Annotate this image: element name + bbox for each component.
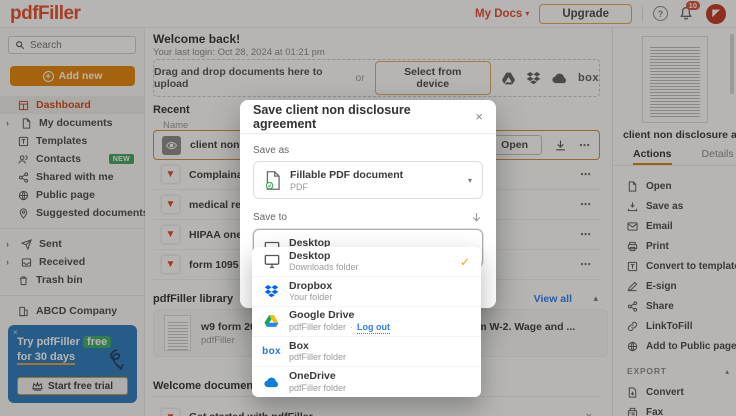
log-out-link[interactable]: Log out	[357, 322, 390, 334]
option-desktop[interactable]: Desktop Downloads folder ✓	[252, 247, 481, 277]
desktop-icon	[264, 254, 280, 269]
pdffiller-app: pdfFiller My Docs ▾ Upgrade ? 10 ◣ + Add…	[0, 0, 736, 416]
onedrive-icon	[263, 377, 280, 388]
google-drive-icon	[264, 315, 279, 328]
option-box[interactable]: box Box pdfFiller folder	[252, 337, 481, 367]
check-icon: ✓	[460, 255, 470, 269]
modal-header: Save client non disclosure agreement ×	[240, 100, 496, 134]
box-icon: box	[263, 346, 280, 357]
save-to-label: Save to	[253, 212, 287, 223]
pdf-document-icon	[264, 171, 281, 190]
save-to-dropdown-list: Desktop Downloads folder ✓ Dropbox Your …	[252, 247, 481, 397]
option-onedrive[interactable]: OneDrive pdfFiller folder	[252, 367, 481, 397]
save-as-select[interactable]: Fillable PDF document PDF ▾	[253, 161, 483, 199]
chevron-down-icon: ▾	[468, 176, 472, 185]
dropbox-icon	[264, 285, 279, 298]
close-icon[interactable]: ×	[475, 109, 483, 124]
modal-title: Save client non disclosure agreement	[253, 103, 475, 131]
option-dropbox[interactable]: Dropbox Your folder	[252, 277, 481, 307]
save-as-label: Save as	[253, 145, 483, 156]
download-arrow-icon	[470, 211, 483, 224]
option-google-drive[interactable]: Google Drive pdfFiller folder · Log out	[252, 307, 481, 337]
